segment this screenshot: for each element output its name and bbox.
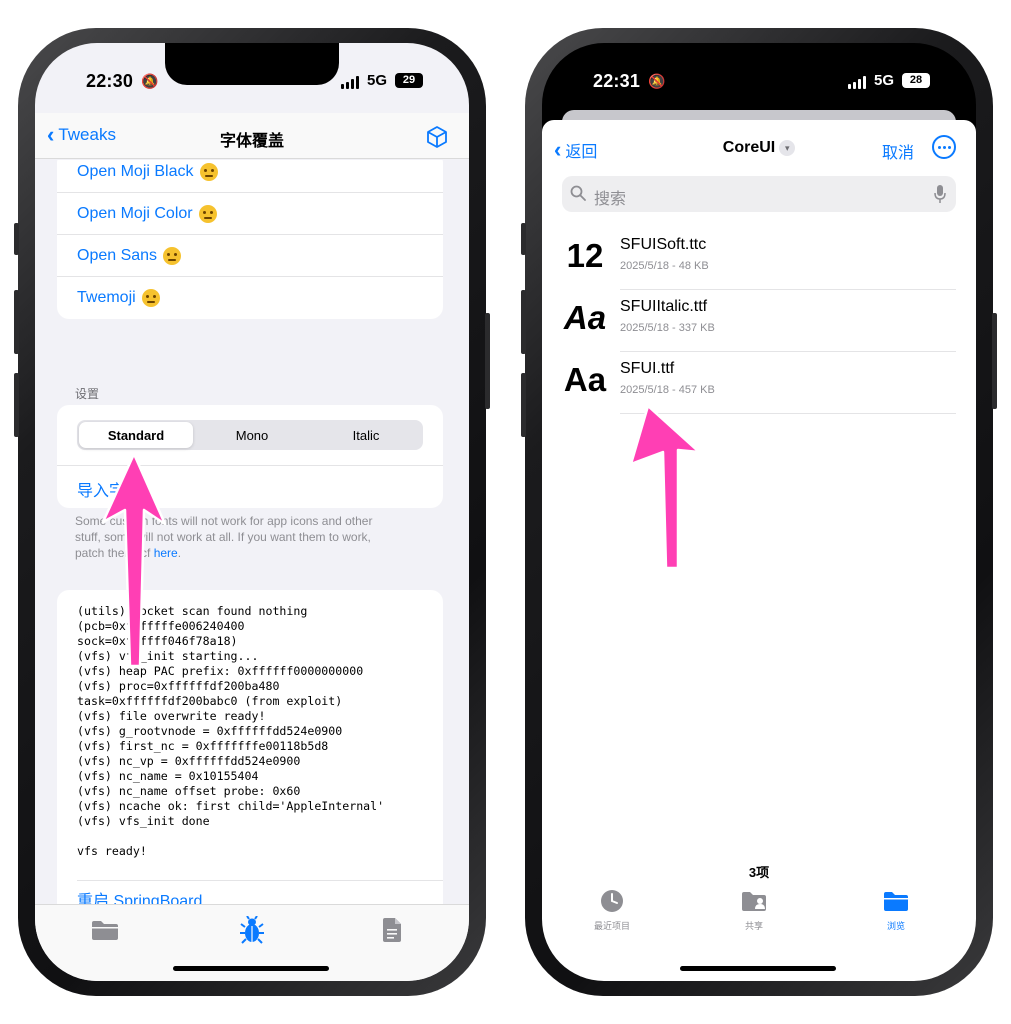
folder-icon bbox=[884, 892, 908, 911]
file-row[interactable]: Aa SFUIItalic.ttf 2025/5/18 - 337 KB bbox=[562, 290, 956, 352]
power-button bbox=[992, 313, 997, 409]
pink-arrow-annotation bbox=[101, 452, 167, 668]
font-item-twemoji[interactable]: Twemoji bbox=[57, 277, 443, 319]
folder-title-label: CoreUI bbox=[722, 139, 776, 156]
item-count: 3项 bbox=[748, 865, 770, 880]
file-meta: 2025/5/18 - 48 KB bbox=[620, 260, 709, 272]
file-name: SFUISoft.ttc bbox=[620, 236, 707, 253]
tab-bar bbox=[35, 904, 469, 981]
file-picker-sheet: ‹ 返回 CoreUI ▾ 取消 搜索 12 SFUISoft.ttc 2025/… bbox=[542, 120, 976, 981]
tab-shared[interactable]: 共享 bbox=[714, 889, 794, 932]
volume-up-button bbox=[521, 290, 526, 354]
nav-bar: ‹ Tweaks 字体覆盖 bbox=[35, 113, 469, 159]
font-item-label: Twemoji bbox=[77, 289, 136, 306]
signal-icon bbox=[848, 76, 868, 89]
log-line: (vfs) ncache ok: first child='AppleInter… bbox=[77, 799, 385, 813]
log-line: task=0xffffffdf200babc0 (from exploit) bbox=[77, 694, 343, 708]
battery-icon: 29 bbox=[395, 73, 423, 88]
page-title: 字体覆盖 bbox=[219, 133, 284, 150]
font-item-label: Open Sans bbox=[77, 246, 158, 264]
log-line: (vfs) nc_name = 0x10155404 bbox=[77, 769, 259, 783]
network-type: 5G bbox=[367, 72, 388, 89]
tab-recents[interactable]: 最近项目 bbox=[572, 889, 652, 932]
thinking-face-icon bbox=[141, 289, 160, 307]
segment-italic[interactable]: Italic bbox=[309, 420, 423, 450]
more-options-icon[interactable] bbox=[932, 135, 956, 159]
font-item-label: Open Moji Black bbox=[77, 162, 194, 180]
log-line: (vfs) first_nc = 0xfffffffe00118b5d8 bbox=[77, 739, 329, 753]
file-name: SFUIItalic.ttf bbox=[620, 298, 708, 315]
font-item-open-sans[interactable]: Open Sans bbox=[57, 235, 443, 277]
font-item-open-moji-color[interactable]: Open Moji Color bbox=[57, 193, 443, 235]
file-name: SFUI.ttf bbox=[620, 360, 675, 377]
log-line: (vfs) nc_name offset probe: 0x60 bbox=[77, 784, 301, 798]
file-meta: 2025/5/18 - 337 KB bbox=[620, 322, 715, 334]
log-line: (vfs) g_rootvnode = 0xffffffdd524e0900 bbox=[77, 724, 343, 738]
battery-icon: 28 bbox=[902, 73, 930, 88]
footnote-end: . bbox=[177, 546, 182, 560]
segment-mono[interactable]: Mono bbox=[195, 420, 309, 450]
tab-label: 浏览 bbox=[886, 921, 905, 931]
font-item-label: Open Moji Color bbox=[77, 204, 193, 222]
left-phone: 22:30 🔕 5G 29 ‹ Tweaks 字体覆盖 Open Moji Bl… bbox=[14, 28, 490, 996]
chevron-down-icon: ▾ bbox=[779, 140, 796, 156]
cancel-button[interactable]: 取消 bbox=[882, 139, 914, 163]
bug-icon[interactable] bbox=[237, 915, 267, 945]
log-line: (vfs) proc=0xffffffdf200ba480 bbox=[77, 679, 280, 693]
home-indicator bbox=[173, 966, 329, 971]
segment-standard[interactable]: Standard bbox=[79, 422, 193, 448]
tab-browse[interactable]: 浏览 bbox=[856, 889, 936, 932]
search-icon bbox=[570, 185, 586, 201]
restart-springboard-button[interactable]: 重启 SpringBoard bbox=[77, 887, 202, 904]
font-thumbnail: Aa bbox=[563, 361, 607, 398]
home-indicator bbox=[680, 966, 836, 971]
font-item-open-moji-black[interactable]: Open Moji Black bbox=[57, 160, 443, 193]
mute-switch bbox=[14, 223, 19, 255]
divider bbox=[77, 880, 443, 881]
log-line: (vfs) file overwrite ready! bbox=[77, 709, 266, 723]
right-phone: 22:31 🔕 5G 28 ‹ 返回 CoreUI ▾ 取消 搜索 12 SFU… bbox=[521, 28, 997, 996]
folder-icon[interactable] bbox=[90, 915, 120, 945]
volume-down-button bbox=[14, 373, 19, 437]
log-line: (vfs) nc_vp = 0xffffffdd524e0900 bbox=[77, 754, 301, 768]
thinking-face-icon bbox=[198, 204, 217, 223]
section-label-settings: 设置 bbox=[75, 387, 100, 401]
power-button bbox=[485, 313, 490, 409]
document-icon[interactable] bbox=[377, 915, 407, 945]
thinking-face-icon bbox=[163, 246, 182, 265]
style-segmented-control: Standard Mono Italic bbox=[77, 420, 423, 450]
log-line: (vfs) vfs_init done bbox=[77, 814, 210, 828]
pink-arrow-annotation bbox=[629, 404, 701, 570]
font-list: Open Moji Black Open Moji Color Open San… bbox=[57, 160, 443, 319]
tab-label: 最近项目 bbox=[593, 921, 630, 931]
file-row[interactable]: 12 SFUISoft.ttc 2025/5/18 - 48 KB bbox=[562, 228, 956, 290]
signal-icon bbox=[341, 76, 361, 89]
clock-icon bbox=[601, 890, 623, 912]
tab-label: 共享 bbox=[744, 921, 763, 931]
shared-folder-icon bbox=[742, 892, 766, 911]
thinking-face-icon bbox=[199, 162, 218, 181]
search-placeholder: 搜索 bbox=[594, 191, 627, 208]
volume-down-button bbox=[521, 373, 526, 437]
notch bbox=[672, 43, 846, 85]
cube-icon[interactable] bbox=[425, 125, 449, 149]
log-line: vfs ready! bbox=[77, 844, 147, 858]
search-field[interactable]: 搜索 bbox=[562, 176, 956, 212]
bell-muted-icon: 🔕 bbox=[141, 73, 159, 89]
volume-up-button bbox=[14, 290, 19, 354]
right-screen: 22:31 🔕 5G 28 ‹ 返回 CoreUI ▾ 取消 搜索 12 SFU… bbox=[542, 43, 976, 981]
tab-bar: 最近项目 共享 浏览 bbox=[542, 881, 976, 981]
bell-muted-icon: 🔕 bbox=[648, 73, 666, 89]
notch bbox=[165, 43, 339, 85]
network-type: 5G bbox=[874, 72, 895, 89]
file-row[interactable]: Aa SFUI.ttf 2025/5/18 - 457 KB bbox=[562, 352, 956, 414]
microphone-icon[interactable] bbox=[934, 184, 946, 204]
status-time: 22:30 bbox=[86, 71, 134, 91]
font-thumbnail: 12 bbox=[566, 237, 604, 274]
font-thumbnail: Aa bbox=[563, 299, 607, 336]
mute-switch bbox=[521, 223, 526, 255]
status-time: 22:31 bbox=[593, 71, 641, 91]
file-meta: 2025/5/18 - 457 KB bbox=[620, 384, 715, 396]
